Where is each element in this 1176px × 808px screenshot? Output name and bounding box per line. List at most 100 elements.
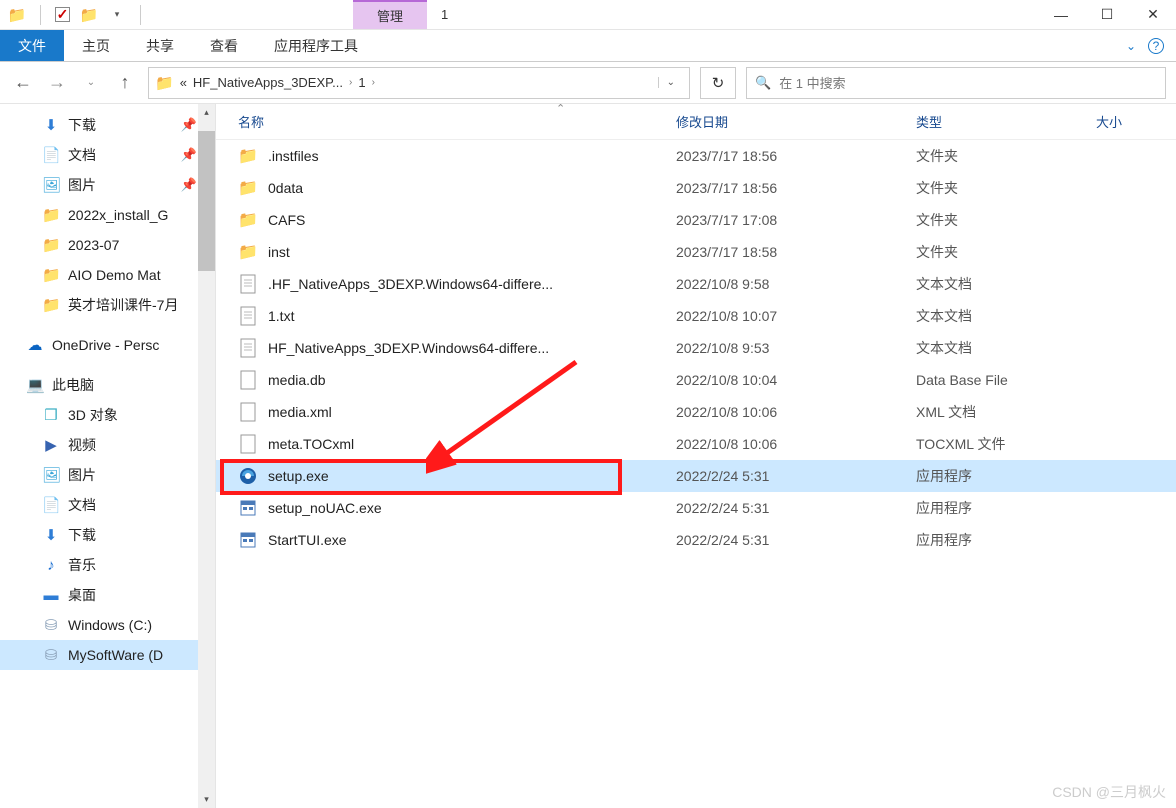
sidebar-item[interactable]: 📁2022x_install_G — [0, 200, 215, 230]
file-icon — [238, 402, 258, 422]
file-row[interactable]: HF_NativeApps_3DEXP.Windows64-differe...… — [216, 332, 1176, 364]
sidebar-item[interactable]: ▬桌面 — [0, 580, 215, 610]
scroll-down-icon[interactable]: ▾ — [198, 791, 215, 808]
ribbon-tabs: 文件 主页 共享 查看 应用程序工具 ⌄ ? — [0, 30, 1176, 62]
sidebar-item[interactable]: ▶视频 — [0, 430, 215, 460]
file-row[interactable]: 1.txt2022/10/8 10:07文本文档 — [216, 300, 1176, 332]
sidebar-item[interactable]: 📁AIO Demo Mat — [0, 260, 215, 290]
item-icon: ⬇ — [42, 116, 60, 134]
sidebar-scrollbar[interactable]: ▴ ▾ — [198, 104, 215, 808]
scroll-up-icon[interactable]: ▴ — [198, 104, 215, 121]
sidebar-item[interactable]: 📄文档📌 — [0, 140, 215, 170]
item-icon: ▶ — [42, 436, 60, 454]
sidebar-item[interactable]: 📁英才培训课件-7月 — [0, 290, 215, 320]
folder-icon: 📁 — [238, 242, 258, 262]
share-tab[interactable]: 共享 — [128, 30, 192, 61]
item-icon: ⬇ — [42, 526, 60, 544]
file-row[interactable]: setup.exe2022/2/24 5:31应用程序 — [216, 460, 1176, 492]
quick-access-toolbar: 📁 ✓ 📁 ▾ — [0, 5, 153, 25]
sidebar-item[interactable]: 📁2023-07 — [0, 230, 215, 260]
window-controls: — ☐ ✕ — [1038, 0, 1176, 30]
sidebar-item[interactable]: 📄文档 — [0, 490, 215, 520]
sidebar-item[interactable]: ⛁MySoftWare (D — [0, 640, 215, 670]
sidebar-item[interactable]: ⛁Windows (C:) — [0, 610, 215, 640]
file-date: 2022/10/8 10:06 — [676, 436, 916, 452]
folder-icon[interactable]: 📁 — [8, 6, 26, 24]
sidebar-item-onedrive[interactable]: ☁ OneDrive - Persc — [0, 330, 215, 360]
sidebar-item[interactable]: ⬇下载📌 — [0, 110, 215, 140]
file-row[interactable]: 📁0data2023/7/17 18:56文件夹 — [216, 172, 1176, 204]
sidebar-item-label: 音乐 — [68, 555, 96, 575]
breadcrumb-2[interactable]: 1 — [358, 75, 365, 90]
column-header-name[interactable]: 名称 — [216, 112, 676, 131]
item-icon: ▬ — [42, 587, 60, 604]
sidebar-item[interactable]: 🖼图片 — [0, 460, 215, 490]
column-headers: 名称 修改日期 类型 大小 — [216, 104, 1176, 140]
sidebar-item-this-pc[interactable]: 💻 此电脑 — [0, 370, 215, 400]
home-tab[interactable]: 主页 — [64, 30, 128, 61]
file-row[interactable]: 📁CAFS2023/7/17 17:08文件夹 — [216, 204, 1176, 236]
search-box[interactable]: 🔍 在 1 中搜索 — [746, 67, 1166, 99]
sidebar-item[interactable]: ❒3D 对象 — [0, 400, 215, 430]
sidebar-item-label: Windows (C:) — [68, 617, 152, 633]
chevron-right-icon[interactable]: › — [349, 77, 352, 88]
back-button[interactable]: ← — [10, 70, 36, 96]
file-type: 文本文档 — [916, 338, 1096, 358]
new-folder-icon[interactable]: 📁 — [80, 6, 98, 24]
minimize-button[interactable]: — — [1038, 0, 1084, 30]
file-row[interactable]: StartTUI.exe2022/2/24 5:31应用程序 — [216, 524, 1176, 556]
file-date: 2022/2/24 5:31 — [676, 532, 916, 548]
sidebar-item-label: 文档 — [68, 495, 96, 515]
file-type: 文件夹 — [916, 210, 1096, 230]
text-file-icon — [238, 306, 258, 326]
ribbon-expand-icon[interactable]: ⌄ — [1126, 39, 1136, 53]
forward-button[interactable]: → — [44, 70, 70, 96]
refresh-button[interactable]: ↻ — [700, 67, 736, 99]
text-file-icon — [238, 338, 258, 358]
navigation-bar: ← → ⌄ ↑ 📁 « HF_NativeApps_3DEXP... › 1 ›… — [0, 62, 1176, 104]
column-header-size[interactable]: 大小 — [1096, 112, 1176, 131]
text-file-icon — [238, 274, 258, 294]
file-row[interactable]: media.xml2022/10/8 10:06XML 文档 — [216, 396, 1176, 428]
file-row[interactable]: meta.TOCxml2022/10/8 10:06TOCXML 文件 — [216, 428, 1176, 460]
maximize-button[interactable]: ☐ — [1084, 0, 1130, 30]
file-row[interactable]: setup_noUAC.exe2022/2/24 5:31应用程序 — [216, 492, 1176, 524]
sidebar-item-label: 文档 — [68, 145, 96, 165]
file-row[interactable]: 📁.instfiles2023/7/17 18:56文件夹 — [216, 140, 1176, 172]
properties-icon[interactable]: ✓ — [55, 7, 70, 22]
file-row[interactable]: media.db2022/10/8 10:04Data Base File — [216, 364, 1176, 396]
item-icon: ❒ — [42, 406, 60, 424]
column-header-date[interactable]: 修改日期 — [676, 112, 916, 131]
address-bar[interactable]: 📁 « HF_NativeApps_3DEXP... › 1 › ⌄ — [148, 67, 690, 99]
file-tab[interactable]: 文件 — [0, 30, 64, 61]
window-title: 1 — [427, 7, 462, 22]
chevron-right-icon[interactable]: › — [372, 77, 375, 88]
view-tab[interactable]: 查看 — [192, 30, 256, 61]
file-row[interactable]: 📁inst2023/7/17 18:58文件夹 — [216, 236, 1176, 268]
recent-locations-icon[interactable]: ⌄ — [78, 70, 104, 96]
up-button[interactable]: ↑ — [112, 70, 138, 96]
manage-tab[interactable]: 管理 — [353, 0, 427, 29]
address-history-icon[interactable]: ⌄ — [658, 77, 683, 88]
pin-icon: 📌 — [181, 117, 197, 133]
sidebar-item-label: 此电脑 — [52, 375, 94, 395]
column-header-type[interactable]: 类型 — [916, 112, 1096, 131]
breadcrumb-1[interactable]: HF_NativeApps_3DEXP... — [193, 75, 343, 90]
help-icon[interactable]: ? — [1148, 38, 1164, 54]
pin-icon: 📌 — [181, 177, 197, 193]
qat-dropdown-icon[interactable]: ▾ — [108, 6, 126, 24]
file-date: 2022/10/8 10:07 — [676, 308, 916, 324]
file-name: StartTUI.exe — [268, 532, 347, 548]
file-date: 2023/7/17 18:58 — [676, 244, 916, 260]
app-tools-tab[interactable]: 应用程序工具 — [256, 30, 376, 61]
divider — [40, 5, 41, 25]
file-name: setup.exe — [268, 468, 329, 484]
sidebar-item[interactable]: 🖼图片📌 — [0, 170, 215, 200]
sidebar-item[interactable]: ⬇下载 — [0, 520, 215, 550]
scrollbar-thumb[interactable] — [198, 131, 215, 271]
exe-icon — [238, 530, 258, 550]
file-row[interactable]: .HF_NativeApps_3DEXP.Windows64-differe..… — [216, 268, 1176, 300]
item-icon: 📁 — [42, 206, 60, 224]
close-button[interactable]: ✕ — [1130, 0, 1176, 30]
sidebar-item[interactable]: ♪音乐 — [0, 550, 215, 580]
